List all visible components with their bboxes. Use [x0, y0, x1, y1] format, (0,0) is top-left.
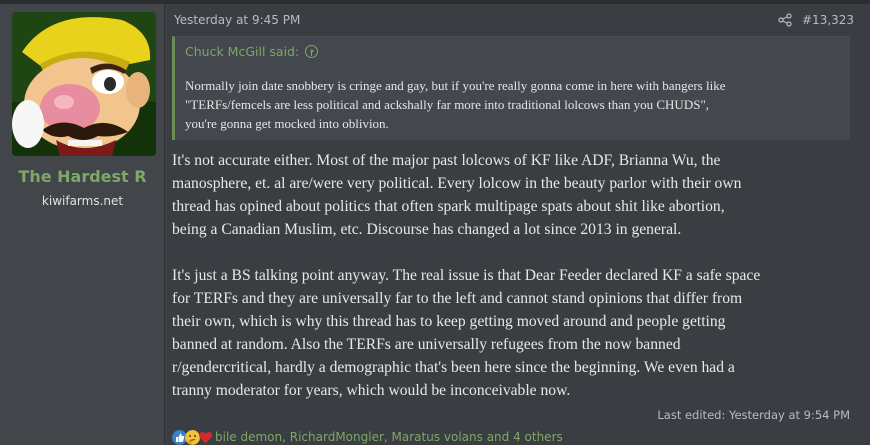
last-edited: Last edited: Yesterday at 9:54 PM [657, 408, 850, 422]
reaction-names[interactable]: bile demon, RichardMongler, Maratus vola… [215, 430, 563, 444]
heart-icon [198, 431, 213, 443]
message-line: It's not accurate either. Most of the ma… [172, 152, 721, 169]
message-line: r/gendercritical, hardly a demographic t… [172, 359, 735, 376]
post: The Hardest R kiwifarms.net Yesterday at… [0, 0, 870, 445]
quote-line: Normally join date snobbery is cringe an… [185, 78, 726, 93]
message-paragraph: It's just a BS talking point anyway. The… [172, 264, 862, 402]
message-line: their own, which is why this thread has … [172, 313, 726, 330]
post-content: Yesterday at 9:45 PM #13,323 Chuck McGil… [166, 4, 870, 445]
user-panel: The Hardest R kiwifarms.net [0, 4, 165, 445]
message-line: thread has opined about politics that of… [172, 198, 725, 215]
avatar[interactable] [12, 12, 156, 156]
jump-to-quote-icon[interactable] [305, 45, 319, 58]
reactions-bar[interactable]: bile demon, RichardMongler, Maratus vola… [172, 428, 563, 445]
quote-line: "TERFs/femcels are less political and ac… [185, 97, 709, 112]
message-line: banned at random. Also the TERFs are uni… [172, 336, 681, 353]
share-icon[interactable] [778, 13, 792, 27]
quote-line: you're gonna get mocked into oblivion. [185, 116, 389, 131]
user-title: kiwifarms.net [41, 194, 124, 208]
message-line: tranny moderator for years, which would … [172, 382, 571, 399]
quote-block: Chuck McGill said: Normally join date sn… [172, 36, 850, 140]
message-line: for TERFs and they are universally far t… [172, 290, 743, 307]
message-line: being a Canadian Muslim, etc. Discourse … [172, 221, 682, 238]
message-line: It's just a BS talking point anyway. The… [172, 267, 761, 284]
username[interactable]: The Hardest R [0, 167, 165, 186]
quote-body: Normally join date snobbery is cringe an… [185, 76, 847, 133]
quote-header[interactable]: Chuck McGill said: [185, 44, 319, 59]
reaction-icons[interactable] [172, 429, 213, 445]
message-line: manosphere, et. al are/were very politic… [172, 175, 742, 192]
quote-author[interactable]: Chuck McGill said: [185, 44, 299, 59]
post-number[interactable]: #13,323 [802, 13, 854, 27]
message-body: It's not accurate either. Most of the ma… [172, 149, 862, 425]
post-date[interactable]: Yesterday at 9:45 PM [174, 13, 300, 27]
message-paragraph: It's not accurate either. Most of the ma… [172, 149, 862, 241]
